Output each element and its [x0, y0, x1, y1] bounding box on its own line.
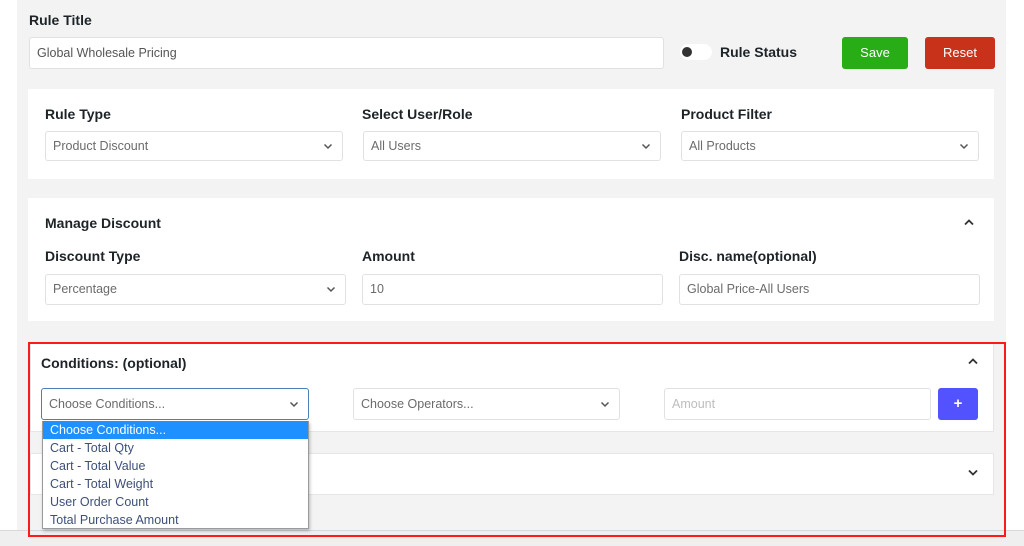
amount-label: Amount — [362, 248, 415, 264]
chevron-down-icon — [959, 143, 969, 150]
operators-select[interactable]: Choose Operators... — [353, 388, 620, 420]
user-role-value: All Users — [371, 139, 422, 153]
amount-input[interactable]: 10 — [362, 274, 663, 305]
chevron-down-icon — [323, 143, 333, 150]
dropdown-option[interactable]: Total Purchase Amount — [43, 511, 308, 529]
product-filter-value: All Products — [689, 139, 756, 153]
user-role-label: Select User/Role — [362, 106, 473, 122]
manage-discount-title: Manage Discount — [45, 215, 161, 231]
rule-title-input[interactable]: Global Wholesale Pricing — [29, 37, 664, 69]
dropdown-option[interactable]: Choose Conditions... — [43, 421, 308, 439]
chevron-up-icon[interactable] — [967, 357, 979, 365]
conditions-select[interactable]: Choose Conditions... — [41, 388, 309, 420]
toggle-knob — [682, 47, 692, 57]
discount-type-select[interactable]: Percentage — [45, 274, 346, 305]
product-filter-label: Product Filter — [681, 106, 773, 122]
bottom-scroll-strip — [0, 530, 1024, 546]
conditions-select-value: Choose Conditions... — [49, 397, 166, 411]
chevron-down-icon — [641, 143, 651, 150]
user-role-select[interactable]: All Users — [363, 131, 661, 161]
condition-amount-input[interactable]: Amount — [664, 388, 931, 420]
rule-title-label: Rule Title — [29, 12, 92, 28]
chevron-down-icon — [326, 286, 336, 293]
chevron-down-icon[interactable] — [967, 469, 979, 477]
chevron-up-icon[interactable] — [963, 218, 975, 226]
disc-name-input[interactable]: Global Price-All Users — [679, 274, 980, 305]
disc-name-label: Disc. name(optional) — [679, 248, 817, 264]
rule-type-select[interactable]: Product Discount — [45, 131, 343, 161]
conditions-dropdown-list: Choose Conditions... Cart - Total Qty Ca… — [42, 421, 309, 529]
chevron-down-icon — [600, 401, 610, 408]
rule-type-value: Product Discount — [53, 139, 149, 153]
dropdown-option[interactable]: Cart - Total Weight — [43, 475, 308, 493]
rule-status-toggle[interactable] — [680, 44, 712, 60]
operators-select-value: Choose Operators... — [361, 397, 474, 411]
conditions-title: Conditions: (optional) — [41, 355, 187, 371]
chevron-down-icon — [289, 401, 299, 408]
rule-status-label: Rule Status — [720, 44, 798, 60]
add-condition-button[interactable]: + — [938, 388, 978, 420]
rule-type-label: Rule Type — [45, 106, 111, 122]
reset-button[interactable]: Reset — [925, 37, 995, 69]
dropdown-option[interactable]: User Order Count — [43, 493, 308, 511]
dropdown-option[interactable]: Cart - Total Value — [43, 457, 308, 475]
save-button[interactable]: Save — [842, 37, 908, 69]
product-filter-select[interactable]: All Products — [681, 131, 979, 161]
discount-type-label: Discount Type — [45, 248, 141, 264]
discount-type-value: Percentage — [53, 282, 117, 296]
dropdown-option[interactable]: Cart - Total Qty — [43, 439, 308, 457]
